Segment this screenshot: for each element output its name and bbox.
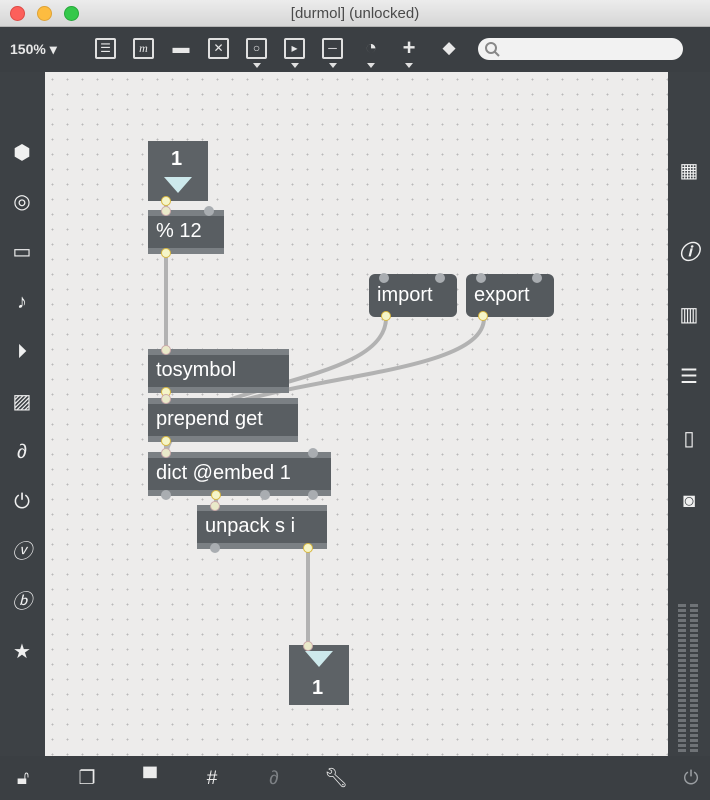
- number-box-out[interactable]: 1: [289, 641, 349, 705]
- patcher-canvas[interactable]: [45, 72, 668, 756]
- inlet[interactable]: [161, 345, 171, 355]
- attach-icon[interactable]: ∂: [261, 766, 287, 792]
- message-label: export: [474, 284, 530, 306]
- target-icon[interactable]: ◎: [9, 189, 35, 215]
- zoom-menu[interactable]: 150% ▾: [10, 41, 57, 58]
- object-label: prepend get: [156, 408, 263, 430]
- slider-icon[interactable]: ─: [322, 38, 343, 59]
- grid-keyboard-icon[interactable]: ▦: [676, 158, 702, 184]
- plug-icon[interactable]: ⏻: [9, 489, 35, 515]
- window-title: [durmol] (unlocked): [290, 5, 420, 22]
- chevron-down-icon[interactable]: [253, 63, 261, 68]
- outlet[interactable]: [381, 311, 391, 321]
- object-label: dict @embed 1: [156, 462, 291, 484]
- music-note-icon[interactable]: ♪: [9, 289, 35, 315]
- beap-icon[interactable]: ⓑ: [9, 589, 35, 615]
- level-meter-left: [678, 604, 686, 754]
- inlet-bar: [148, 452, 331, 458]
- search-input[interactable]: [478, 38, 683, 60]
- image-icon[interactable]: ▨: [9, 389, 35, 415]
- reference-icon[interactable]: ▯: [676, 426, 702, 452]
- outlet[interactable]: [210, 543, 220, 553]
- chevron-down-icon[interactable]: [367, 63, 375, 68]
- media-icon[interactable]: ▭: [9, 239, 35, 265]
- outlet[interactable]: [211, 490, 221, 500]
- search-icon: [485, 42, 500, 57]
- paperclip-icon[interactable]: ∂: [9, 439, 35, 465]
- cube-icon[interactable]: ⬢: [9, 140, 35, 166]
- outlet[interactable]: [161, 490, 171, 500]
- inlet[interactable]: [161, 448, 171, 458]
- message-export[interactable]: export: [466, 273, 554, 321]
- object-label: % 12: [156, 220, 202, 242]
- zoom-level: 150%: [10, 41, 46, 57]
- comment-icon[interactable]: ▬: [170, 37, 192, 59]
- object-label: tosymbol: [156, 359, 237, 381]
- inlet[interactable]: [308, 448, 318, 458]
- outlet[interactable]: [478, 311, 488, 321]
- inlet[interactable]: [161, 206, 171, 216]
- right-sidebar: ▦ ⓘ ▥ ☰ ▯ ◙: [668, 72, 710, 756]
- message-box-icon[interactable]: m: [133, 38, 154, 59]
- chevron-down-icon[interactable]: [405, 63, 413, 68]
- outlet[interactable]: [308, 490, 318, 500]
- number-icon[interactable]: ▸: [284, 38, 305, 59]
- lock-icon[interactable]: 🔓︎: [10, 766, 36, 792]
- triangle-down-icon: [305, 651, 333, 667]
- number-box-value: 1: [312, 677, 324, 699]
- inlet[interactable]: [161, 394, 171, 404]
- message-import[interactable]: import: [369, 273, 457, 321]
- outlet[interactable]: [161, 436, 171, 446]
- left-sidebar: ⬢ ◎ ▭ ♪ ⏵ ▨ ∂ ⏻ ⓥ ⓑ ★: [0, 72, 45, 756]
- paint-bucket-icon[interactable]: ◆: [438, 37, 460, 59]
- bottom-toolbar: 🔓︎ ❐ ▀ # ∂ 🔧︎ ⏻: [0, 756, 710, 800]
- outlet-bar: [148, 248, 224, 254]
- outlet[interactable]: [260, 490, 270, 500]
- camera-icon[interactable]: ◙: [676, 488, 702, 514]
- inlet[interactable]: [303, 641, 313, 651]
- chevron-down-icon[interactable]: [329, 63, 337, 68]
- outlet[interactable]: [161, 196, 171, 206]
- object-mod[interactable]: % 12: [148, 206, 224, 258]
- object-unpack[interactable]: unpack s i: [197, 501, 327, 553]
- number-box-in[interactable]: 1: [148, 141, 208, 206]
- wrench-icon[interactable]: 🔧︎: [323, 766, 349, 792]
- inlet[interactable]: [532, 273, 542, 283]
- outlet-bar: [148, 490, 331, 496]
- inlet[interactable]: [379, 273, 389, 283]
- chevron-down-icon[interactable]: [291, 63, 299, 68]
- add-object-icon[interactable]: +: [398, 37, 420, 59]
- book-icon[interactable]: ▥: [676, 302, 702, 328]
- inlet[interactable]: [476, 273, 486, 283]
- grid-icon[interactable]: #: [199, 766, 225, 792]
- inlet[interactable]: [204, 206, 214, 216]
- level-meter-right: [690, 604, 698, 754]
- title-bar: [durmol] (unlocked): [0, 0, 710, 27]
- list-icon[interactable]: ☰: [676, 364, 702, 390]
- sequence-icon[interactable]: ⏵: [9, 339, 35, 365]
- toggle-icon[interactable]: ✕: [208, 38, 229, 59]
- message-label: import: [377, 284, 433, 306]
- patcher-icon[interactable]: ☰: [95, 38, 116, 59]
- power-icon[interactable]: ⏻: [678, 766, 704, 792]
- object-tosymbol[interactable]: tosymbol: [148, 345, 289, 397]
- button-icon[interactable]: ○: [246, 38, 267, 59]
- vizzie-icon[interactable]: ⓥ: [9, 539, 35, 565]
- info-icon[interactable]: ⓘ: [676, 240, 702, 266]
- object-dict[interactable]: dict @embed 1: [148, 448, 331, 500]
- object-label: unpack s i: [205, 515, 296, 537]
- inlet[interactable]: [435, 273, 445, 283]
- star-icon[interactable]: ★: [9, 639, 35, 665]
- triangle-down-icon: [164, 177, 192, 193]
- outlet[interactable]: [303, 543, 313, 553]
- inlet[interactable]: [210, 501, 220, 511]
- object-prepend[interactable]: prepend get: [148, 394, 298, 446]
- presentation-windows-icon[interactable]: ❐: [74, 766, 100, 792]
- dial-icon[interactable]: ◔: [360, 37, 382, 59]
- number-box-value: 1: [171, 148, 183, 170]
- outlet[interactable]: [161, 248, 171, 258]
- presentation-mode-icon[interactable]: ▀: [137, 766, 163, 792]
